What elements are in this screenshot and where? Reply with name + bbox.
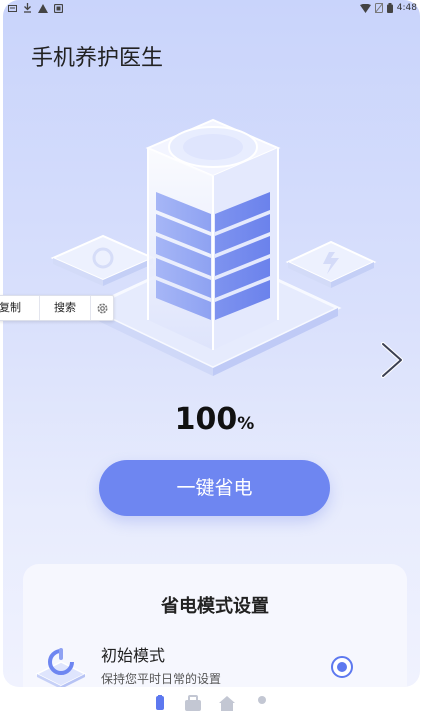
text-selection-toolbar: 复制 搜索 xyxy=(0,295,114,321)
server-battery-illustration xyxy=(50,118,377,376)
search-button[interactable]: 搜索 xyxy=(40,296,90,320)
mode-item-initial[interactable]: 初始模式 保持您平时日常的设置 xyxy=(23,634,407,687)
download-icon xyxy=(24,3,31,13)
status-left-icons xyxy=(8,3,63,13)
battery-percent-unit: % xyxy=(237,414,255,434)
bottom-nav xyxy=(0,690,423,711)
home-tab-icon[interactable] xyxy=(218,695,236,711)
no-sim-icon xyxy=(374,3,383,13)
initial-mode-icon xyxy=(35,648,87,687)
battery-icon xyxy=(386,3,393,13)
settings-title: 省电模式设置 xyxy=(161,596,269,617)
battery-percent-value: 100 xyxy=(174,402,238,437)
wifi-icon xyxy=(359,3,371,13)
power-mode-settings: 省电模式设置 初始模式 保持您平时日常的设置 xyxy=(23,564,407,687)
app-screen: 手机养护医生 100% 一键省电 省电模式设置 初始模式 保持您平时日常的设置 … xyxy=(0,0,423,711)
mode-name: 初始模式 xyxy=(101,646,166,665)
mode-description: 保持您平时日常的设置 xyxy=(101,672,222,686)
main-card: 手机养护医生 100% 一键省电 省电模式设置 初始模式 保持您平时日常的设置 xyxy=(3,0,420,687)
battery-percent: 100% xyxy=(3,402,420,437)
one-key-save-button[interactable]: 一键省电 xyxy=(99,460,330,516)
battery-tab-icon[interactable] xyxy=(151,695,169,711)
app-icon xyxy=(54,3,63,13)
mode-radio-selected[interactable] xyxy=(331,656,353,678)
settings-gear-glyph xyxy=(97,303,107,313)
copy-button[interactable]: 复制 xyxy=(0,296,39,320)
status-right-icons: 4:48 xyxy=(359,3,417,13)
status-bar: 4:48 xyxy=(0,0,423,18)
gear-icon[interactable] xyxy=(91,296,113,320)
profile-tab-icon[interactable] xyxy=(253,695,271,711)
toolbox-tab-icon[interactable] xyxy=(184,695,202,711)
page-title: 手机养护医生 xyxy=(31,46,164,71)
radio-dot xyxy=(337,662,347,672)
notification-icon xyxy=(8,4,17,12)
status-time: 4:48 xyxy=(396,3,417,13)
warning-icon xyxy=(38,3,48,13)
chevron-right-icon[interactable] xyxy=(373,338,413,382)
